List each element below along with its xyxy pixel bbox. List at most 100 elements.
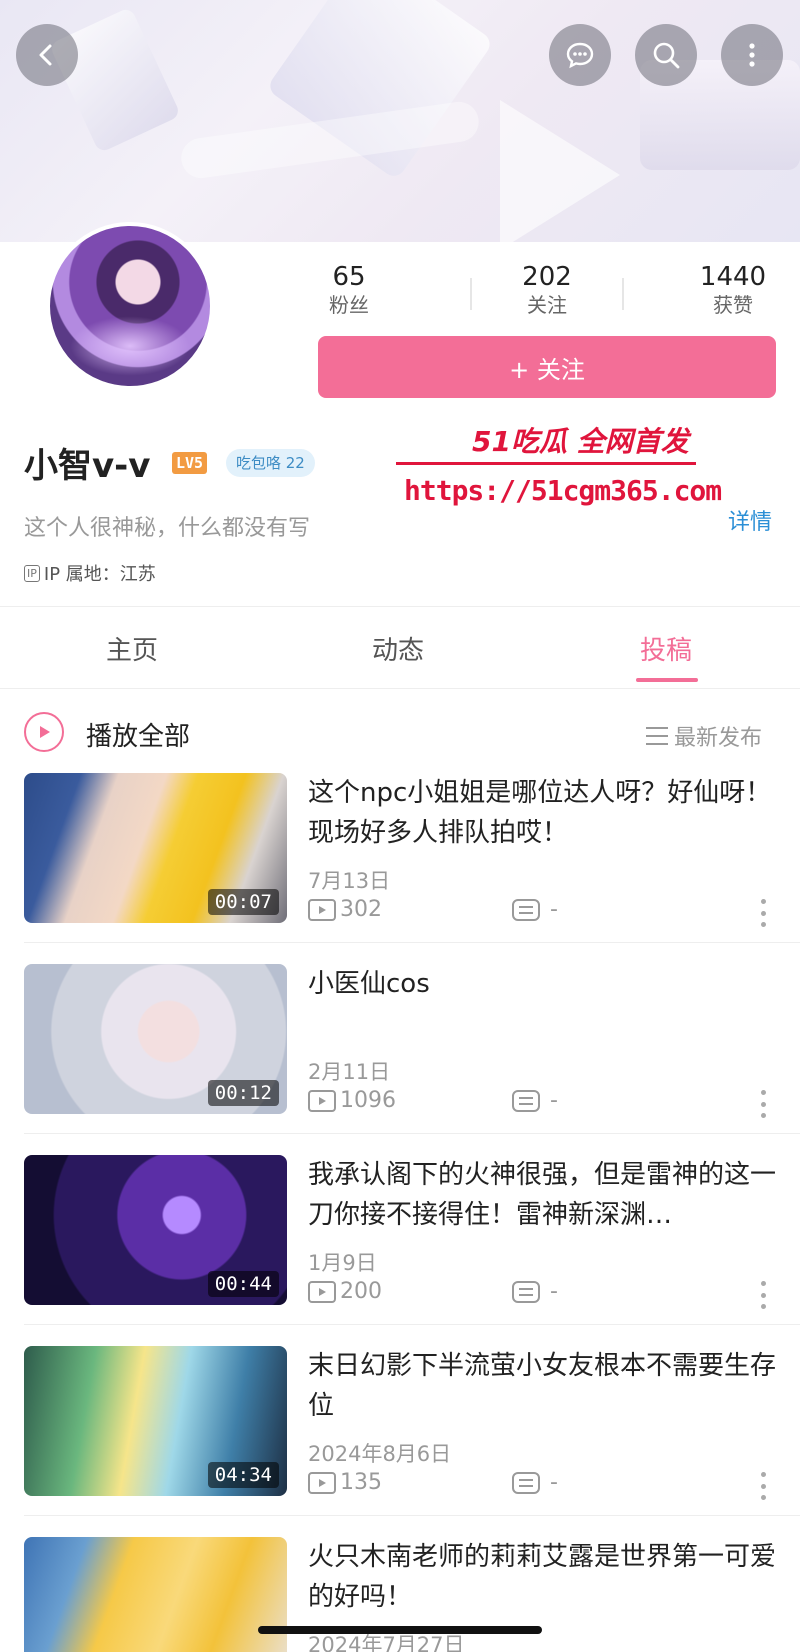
video-thumbnail[interactable]: 00:12 [24, 964, 287, 1114]
video-item[interactable]: 04:34 末日幻影下半流萤小女友根本不需要生存位 2024年8月6日 135 … [0, 1346, 800, 1536]
message-icon [566, 42, 594, 69]
video-comments: - [512, 1279, 558, 1304]
search-button[interactable] [635, 24, 697, 86]
tab-dynamic[interactable]: 动态 [338, 630, 458, 667]
video-plays: 135 [308, 1470, 382, 1495]
play-triangle-icon [40, 726, 50, 738]
video-date: 7月13日 [308, 869, 391, 893]
video-thumbnail[interactable]: 04:34 [24, 1346, 287, 1496]
user-bio: 这个人很神秘，什么都没有写 [24, 516, 311, 541]
video-duration: 04:34 [207, 1462, 279, 1488]
play-count: 200 [340, 1279, 382, 1304]
video-item[interactable]: 火只木南老师的莉莉艾露是世界第一可爱的好吗！ 2024年7月27日 [0, 1537, 800, 1652]
avatar[interactable] [46, 222, 214, 390]
message-button[interactable] [549, 24, 611, 86]
ip-location: IP IP 属地：江苏 [24, 560, 156, 586]
video-thumbnail[interactable]: 00:44 [24, 1155, 287, 1305]
active-tab-indicator [636, 678, 698, 682]
play-all-icon[interactable] [24, 712, 64, 752]
likes-label: 获赞 [713, 293, 753, 317]
video-date: 1月9日 [308, 1251, 377, 1275]
back-icon [39, 44, 52, 66]
ip-icon: IP [24, 564, 40, 582]
video-title[interactable]: 火只木南老师的莉莉艾露是世界第一可爱的好吗！ [308, 1537, 778, 1617]
video-more-button[interactable] [760, 1281, 766, 1309]
play-count: 1096 [340, 1088, 396, 1113]
tabs-divider [0, 688, 800, 689]
video-item[interactable]: 00:07 这个npc小姐姐是哪位达人呀？好仙呀！现场好多人排队拍哎！ 7月13… [0, 773, 800, 963]
video-date: 2月11日 [308, 1060, 391, 1084]
video-item[interactable]: 00:12 小医仙cos 2月11日 1096 - [0, 964, 800, 1154]
video-title[interactable]: 这个npc小姐姐是哪位达人呀？好仙呀！现场好多人排队拍哎！ [308, 773, 778, 853]
video-duration: 00:44 [207, 1271, 279, 1297]
sort-button[interactable]: 最新发布 [646, 720, 762, 752]
back-button[interactable] [16, 24, 78, 86]
comment-icon [512, 1471, 540, 1494]
ip-location-text: IP 属地：江苏 [43, 564, 156, 585]
video-comments: - [512, 1470, 558, 1495]
video-duration: 00:12 [207, 1080, 279, 1106]
watermark-url: https://51cgm365.com [404, 474, 722, 507]
stat-likes[interactable]: 1440 获赞 [658, 262, 800, 318]
video-more-button[interactable] [760, 1090, 766, 1118]
video-plays: 1096 [308, 1088, 396, 1113]
video-duration: 00:07 [207, 889, 279, 915]
section-divider [0, 606, 800, 607]
comment-icon [512, 1280, 540, 1303]
more-button[interactable] [721, 24, 783, 86]
play-count-icon [308, 1471, 336, 1494]
likes-count: 1440 [699, 262, 767, 292]
video-more-button[interactable] [760, 1472, 766, 1500]
watermark-title: 51吃瓜 全网首发 [472, 425, 689, 458]
play-count: 302 [340, 897, 382, 922]
video-plays: 302 [308, 897, 382, 922]
tag-badge[interactable]: 吃包咯 22 [226, 449, 315, 477]
level-badge: LV5 [172, 452, 208, 474]
comment-icon [512, 898, 540, 921]
play-all-button[interactable]: 播放全部 [86, 716, 190, 753]
tab-home[interactable]: 主页 [72, 630, 192, 667]
following-count: 202 [522, 262, 572, 292]
video-title[interactable]: 末日幻影下半流萤小女友根本不需要生存位 [308, 1346, 778, 1426]
detail-link[interactable]: 详情 [728, 504, 772, 536]
banner-shape [48, 6, 182, 154]
stat-following[interactable]: 202 关注 [472, 262, 622, 318]
fans-count: 65 [332, 262, 366, 292]
row-divider [24, 1324, 800, 1325]
row-divider [24, 1133, 800, 1134]
more-vertical-icon [749, 43, 755, 67]
sort-icon [646, 727, 668, 745]
stat-fans[interactable]: 65 粉丝 [274, 262, 424, 318]
comment-count: - [550, 897, 558, 922]
video-comments: - [512, 1088, 558, 1113]
video-comments: - [512, 897, 558, 922]
follow-button[interactable]: + 关注 [318, 336, 776, 398]
row-divider [24, 942, 800, 943]
play-count: 135 [340, 1470, 382, 1495]
search-icon [653, 42, 680, 69]
user-name: 小智v-v [24, 446, 151, 486]
tab-posts[interactable]: 投稿 [606, 630, 726, 667]
video-plays: 200 [308, 1279, 382, 1304]
video-more-button[interactable] [760, 899, 766, 927]
video-date: 2024年8月6日 [308, 1442, 452, 1466]
fans-label: 粉丝 [329, 293, 369, 317]
play-count-icon [308, 1280, 336, 1303]
video-thumbnail[interactable]: 00:07 [24, 773, 287, 923]
comment-count: - [550, 1279, 558, 1304]
video-thumbnail[interactable] [24, 1537, 287, 1652]
row-divider [24, 1515, 800, 1516]
banner-play-shape [500, 100, 620, 242]
following-label: 关注 [527, 293, 567, 317]
video-title[interactable]: 小医仙cos [308, 964, 778, 1004]
play-count-icon [308, 1089, 336, 1112]
stat-divider [622, 278, 624, 310]
play-count-icon [308, 898, 336, 921]
video-item[interactable]: 00:44 我承认阁下的火神很强，但是雷神的这一刀你接不接得住！雷神新深渊… 1… [0, 1155, 800, 1345]
video-title[interactable]: 我承认阁下的火神很强，但是雷神的这一刀你接不接得住！雷神新深渊… [308, 1155, 778, 1235]
avatar-glow [70, 316, 190, 376]
watermark-line [396, 462, 696, 465]
comment-count: - [550, 1470, 558, 1495]
comment-count: - [550, 1088, 558, 1113]
comment-icon [512, 1089, 540, 1112]
